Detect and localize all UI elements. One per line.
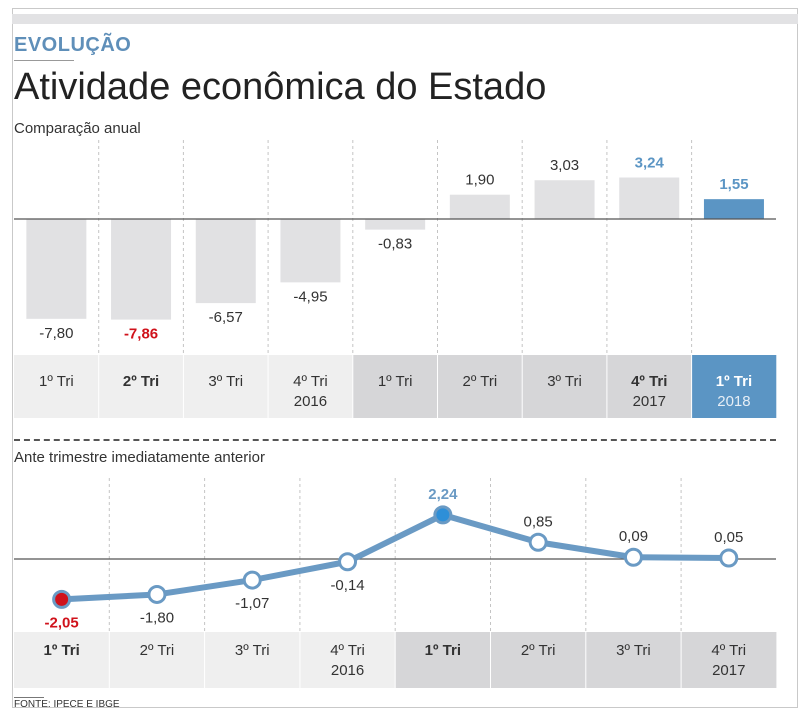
category-band (395, 632, 491, 688)
category-band (585, 632, 682, 688)
data-point (147, 584, 167, 604)
category-band (204, 632, 300, 688)
category-label: 4º Tri (330, 642, 365, 659)
category-band (14, 632, 110, 688)
category-band (299, 632, 396, 688)
category-label: 3º Tri (616, 642, 651, 659)
data-point (338, 552, 358, 572)
data-point (52, 589, 72, 609)
category-band (681, 632, 777, 688)
category-band (490, 632, 586, 688)
data-point (433, 505, 453, 525)
category-label: 1º Tri (425, 642, 461, 659)
point-value-label: 0,85 (524, 513, 553, 530)
point-value-label: 2,24 (428, 486, 458, 503)
category-label: 4º Tri (711, 642, 746, 659)
data-point (528, 532, 548, 552)
point-value-label: -1,80 (140, 609, 174, 626)
point-value-label: 0,09 (619, 528, 648, 545)
point-value-label: -2,05 (45, 614, 79, 631)
data-point (719, 548, 739, 568)
category-band (109, 632, 205, 688)
data-point (242, 570, 262, 590)
category-label: 3º Tri (235, 642, 270, 659)
year-label: 2016 (331, 662, 364, 679)
category-label: 2º Tri (140, 642, 175, 659)
year-label: 2017 (712, 662, 745, 679)
point-value-label: -0,14 (330, 577, 364, 594)
data-point (623, 547, 643, 567)
quarterly-line-chart: -2,05 1º Tri -1,80 2º Tri -1,07 3º Tri -0,14 4º… (14, 478, 777, 688)
point-value-label: -1,07 (235, 595, 269, 612)
point-value-label: 0,05 (714, 529, 743, 546)
category-label: 2º Tri (521, 642, 556, 659)
category-label: 1º Tri (43, 642, 79, 659)
